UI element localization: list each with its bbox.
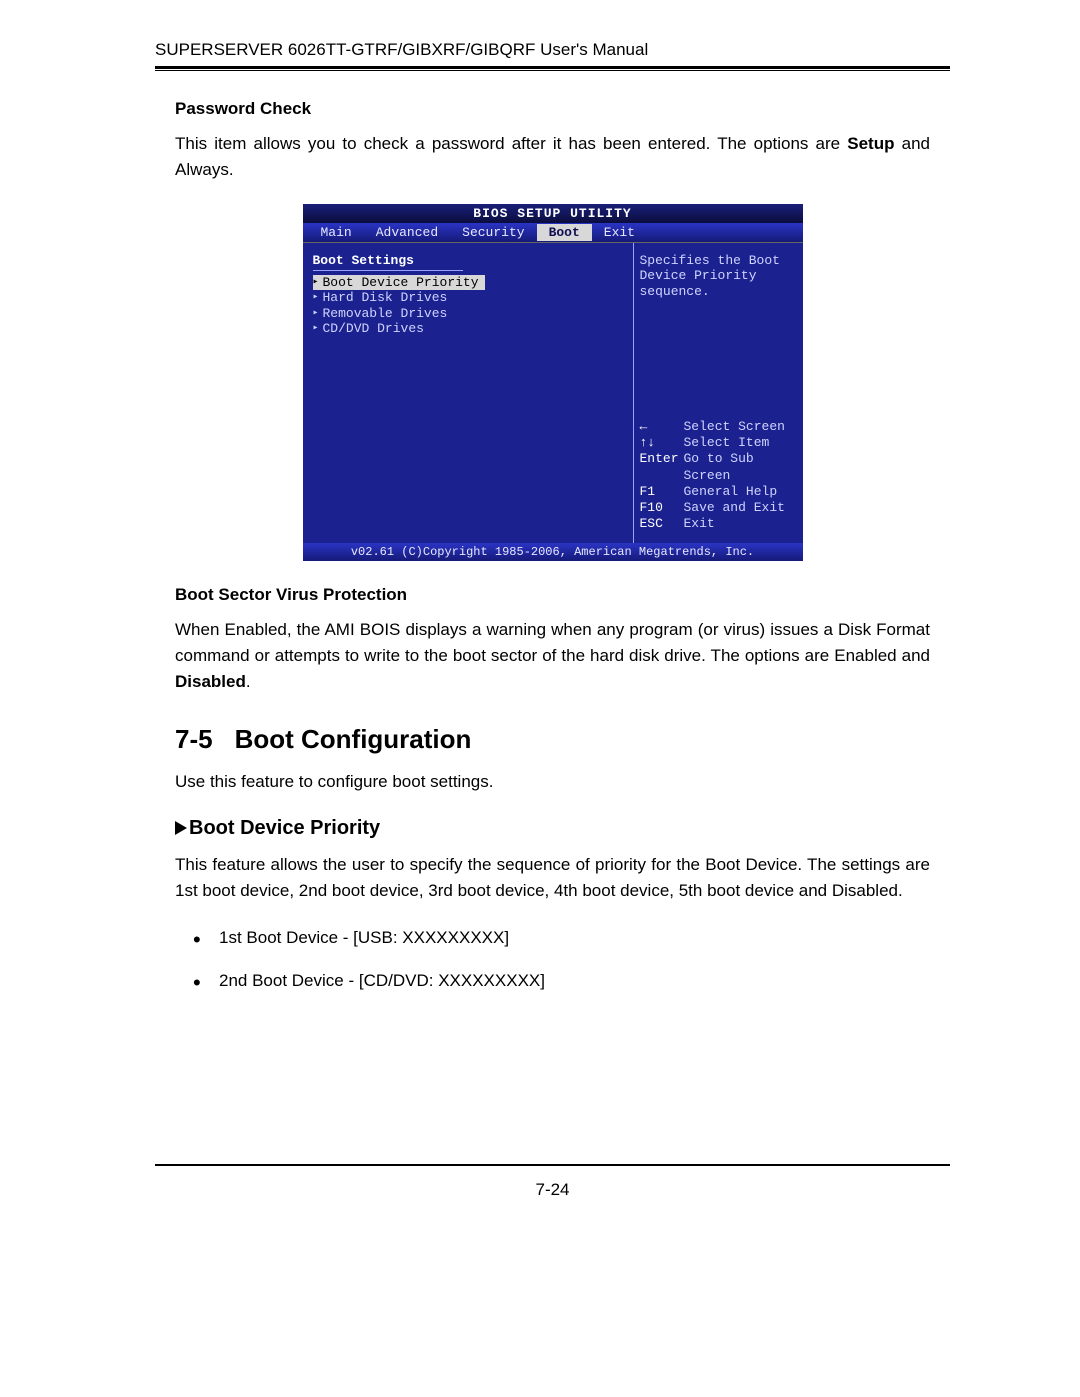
password-check-title: Password Check — [175, 99, 930, 119]
bios-tab-main: Main — [309, 224, 364, 241]
section-number: 7-5 — [175, 724, 213, 755]
text: When Enabled, the AMI BOIS displays a wa… — [175, 620, 930, 665]
priority-bullets: 1st Boot Device - [USB: XXXXXXXXX] 2nd B… — [175, 925, 930, 994]
bios-footer: v02.61 (C)Copyright 1985-2006, American … — [303, 543, 803, 561]
section-title: Boot Configuration — [235, 724, 472, 754]
bios-tab-advanced: Advanced — [364, 224, 450, 241]
page-number: 7-24 — [155, 1180, 950, 1200]
text-strong: Setup — [847, 134, 894, 153]
list-item: 1st Boot Device - [USB: XXXXXXXXX] — [175, 925, 930, 951]
page-header: SUPERSERVER 6026TT-GTRF/GIBXRF/GIBQRF Us… — [155, 40, 950, 60]
bios-tab-security: Security — [450, 224, 536, 241]
key-desc: Select Item — [684, 435, 797, 451]
password-check-para: This item allows you to check a password… — [175, 131, 930, 184]
key: F1 — [640, 484, 684, 500]
key: ← — [640, 419, 684, 435]
bios-item-cddvd: CD/DVD Drives — [313, 321, 623, 337]
bios-item-hard-disk: Hard Disk Drives — [313, 290, 623, 306]
bios-tab-exit: Exit — [592, 224, 647, 241]
bios-screenshot: BIOS SETUP UTILITY Main Advanced Securit… — [303, 204, 803, 561]
text: This item allows you to check a password… — [175, 134, 847, 153]
bios-help-text: Specifies the Boot Device Priority seque… — [640, 253, 797, 300]
boot-sector-para: When Enabled, the AMI BOIS displays a wa… — [175, 617, 930, 696]
text-strong: Disabled — [175, 672, 246, 691]
key: ESC — [640, 516, 684, 532]
key: ↑↓ — [640, 435, 684, 451]
bios-body: Boot Settings Boot Device Priority Hard … — [303, 242, 803, 543]
key-desc: Go to Sub Screen — [684, 451, 797, 484]
boot-sector-title: Boot Sector Virus Protection — [175, 585, 930, 605]
section-heading: 7-5 Boot Configuration — [175, 724, 930, 755]
key-desc: Save and Exit — [684, 500, 797, 516]
key: F10 — [640, 500, 684, 516]
list-item: 2nd Boot Device - [CD/DVD: XXXXXXXXX] — [175, 968, 930, 994]
bios-tab-boot: Boot — [537, 224, 592, 241]
footer-rule — [155, 1164, 950, 1166]
bios-key-help: ←Select Screen ↑↓Select Item EnterGo to … — [640, 419, 797, 533]
bios-left-pane: Boot Settings Boot Device Priority Hard … — [303, 243, 633, 543]
key-desc: Exit — [684, 516, 797, 532]
header-rule — [155, 66, 950, 71]
text: . — [246, 672, 251, 691]
sub-heading: Boot Device Priority — [175, 817, 930, 840]
bios-divider — [313, 270, 463, 271]
section-intro: Use this feature to configure boot setti… — [175, 769, 930, 795]
bios-tabs: Main Advanced Security Boot Exit — [303, 223, 803, 242]
triangle-icon — [175, 821, 187, 835]
bios-title: BIOS SETUP UTILITY — [303, 204, 803, 223]
bios-item-boot-device-priority: Boot Device Priority — [313, 275, 485, 291]
content-area: Password Check This item allows you to c… — [155, 99, 950, 994]
bios-item-removable: Removable Drives — [313, 306, 623, 322]
bios-heading: Boot Settings — [313, 253, 623, 268]
priority-para: This feature allows the user to specify … — [175, 852, 930, 905]
key-desc: General Help — [684, 484, 797, 500]
key: Enter — [640, 451, 684, 484]
bios-right-pane: Specifies the Boot Device Priority seque… — [633, 243, 803, 543]
key-desc: Select Screen — [684, 419, 797, 435]
sub-heading-text: Boot Device Priority — [189, 817, 380, 839]
